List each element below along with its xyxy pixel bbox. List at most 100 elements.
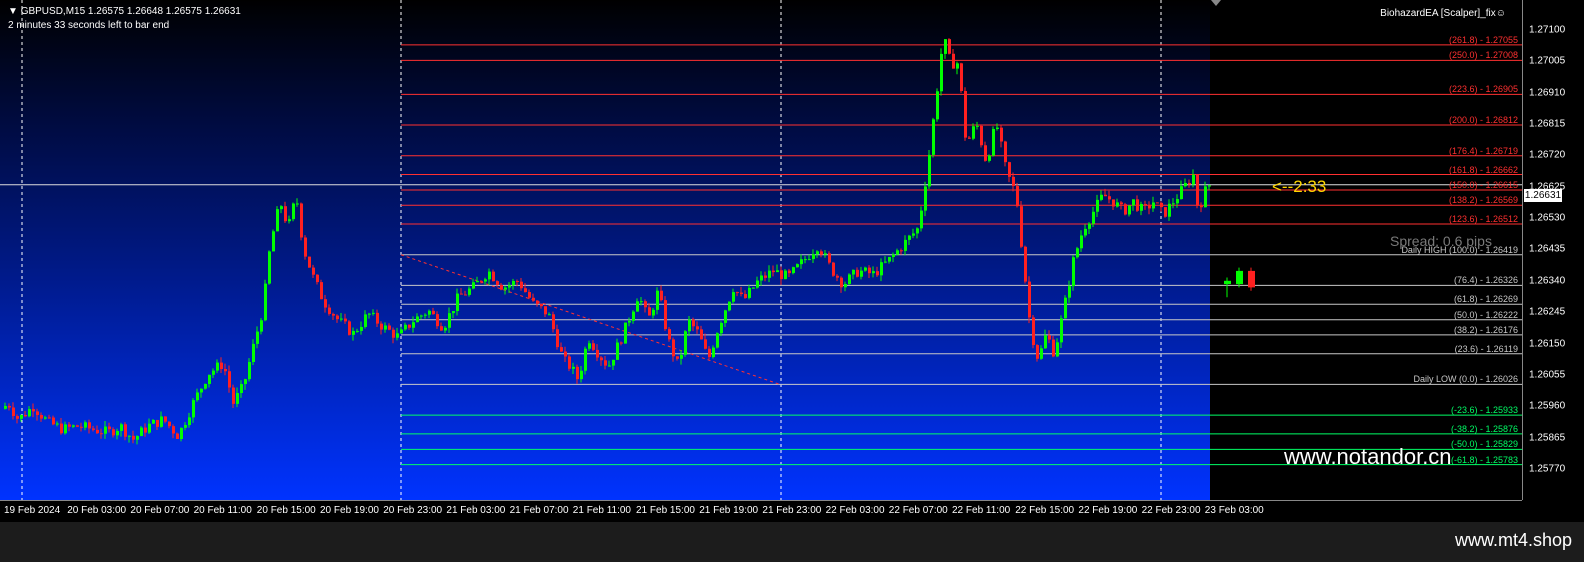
bull-candle xyxy=(484,279,487,282)
candlestick-chart[interactable] xyxy=(0,0,1522,500)
footer-brand-text: www.mt4.shop xyxy=(1454,530,1572,550)
bull-candle xyxy=(180,427,183,439)
bull-candle xyxy=(1184,182,1187,187)
bear-candle xyxy=(836,275,839,278)
bear-candle xyxy=(172,426,175,434)
bull-candle xyxy=(360,326,363,331)
expert-advisor-label[interactable]: BiohazardEA [Scalper]_fix☺ xyxy=(1380,8,1506,19)
bear-candle xyxy=(1112,199,1115,207)
bear-candle xyxy=(168,421,171,427)
bull-candle xyxy=(1116,202,1119,207)
bear-candle xyxy=(900,250,903,252)
bull-candle xyxy=(444,327,447,331)
collapse-triangle-icon[interactable]: ▼ xyxy=(8,6,18,17)
bull-candle xyxy=(120,424,123,431)
chart-shift-marker-icon[interactable] xyxy=(1211,0,1221,6)
ea-preview-candle xyxy=(1236,270,1243,285)
bull-candle xyxy=(616,342,619,360)
fib-level-label: (250.0) - 1.27008 xyxy=(1448,50,1518,61)
bear-candle xyxy=(1120,202,1123,205)
bull-candle xyxy=(184,425,187,428)
bull-candle xyxy=(548,314,551,316)
fib-level-label: (200.0) - 1.26812 xyxy=(1448,115,1518,126)
time-tick-label: 22 Feb 07:00 xyxy=(888,505,948,516)
time-tick-label: 22 Feb 15:00 xyxy=(1015,505,1075,516)
bear-candle xyxy=(388,325,391,330)
bull-candle xyxy=(1068,286,1071,298)
bull-candle xyxy=(468,288,471,295)
bull-candle xyxy=(104,426,107,434)
bear-candle xyxy=(660,290,663,301)
bear-candle xyxy=(1104,194,1107,197)
bear-candle xyxy=(40,414,43,419)
bull-candle xyxy=(340,318,343,320)
bear-candle xyxy=(672,339,675,357)
bull-candle xyxy=(888,256,891,262)
bull-candle xyxy=(860,270,863,277)
bull-candle xyxy=(64,424,67,434)
bear-candle xyxy=(52,417,55,425)
bull-candle xyxy=(908,235,911,240)
footer-bar: www.mt4.shop xyxy=(0,522,1584,562)
bear-candle xyxy=(1000,127,1003,142)
bear-candle xyxy=(176,433,179,439)
bull-candle xyxy=(916,228,919,234)
bull-candle xyxy=(200,388,203,393)
bull-candle xyxy=(136,436,139,440)
time-axis[interactable]: 19 Feb 2024 20 Feb 03:00 20 Feb 07:00 20 Fe… xyxy=(0,500,1522,523)
bear-candle xyxy=(780,270,783,280)
chart-area[interactable]: (261.8) - 1.27055 (250.0) - 1.27008 (223.6… xyxy=(0,0,1522,500)
bull-candle xyxy=(1076,248,1079,258)
bull-candle xyxy=(140,427,143,437)
ea-preview-candle xyxy=(1224,280,1231,285)
bear-candle xyxy=(952,53,955,69)
bull-candle xyxy=(936,91,939,120)
bear-candle xyxy=(76,425,79,427)
bear-candle xyxy=(700,329,703,340)
bear-candle xyxy=(856,269,859,277)
bull-candle xyxy=(44,417,47,419)
bear-candle xyxy=(772,270,775,273)
bear-candle xyxy=(284,206,287,222)
bull-candle xyxy=(680,354,683,359)
bear-candle xyxy=(544,306,547,315)
bear-candle xyxy=(492,271,495,282)
bull-candle xyxy=(652,309,655,316)
bull-candle xyxy=(196,392,199,401)
bear-candle xyxy=(1160,202,1163,208)
bull-candle xyxy=(208,374,211,384)
bull-candle xyxy=(628,320,631,323)
bear-candle xyxy=(96,429,99,434)
bull-candle xyxy=(1172,203,1175,205)
time-tick-label: 21 Feb 11:00 xyxy=(572,505,631,516)
time-tick-label: 20 Feb 11:00 xyxy=(193,505,252,516)
bear-candle xyxy=(736,292,739,294)
bear-candle xyxy=(392,329,395,338)
bear-candle xyxy=(408,324,411,328)
bear-candle xyxy=(1156,202,1159,204)
bull-candle xyxy=(416,316,419,323)
bull-candle xyxy=(260,320,263,332)
bull-candle xyxy=(804,259,807,261)
bull-candle xyxy=(824,253,827,255)
price-tick-label: 1.26910 xyxy=(1529,87,1566,99)
time-tick-label: 22 Feb 19:00 xyxy=(1078,505,1138,516)
bear-candle xyxy=(744,294,747,298)
fib-level-label: (-61.8) - 1.25783 xyxy=(1450,454,1518,465)
price-axis[interactable]: 1.27100 1.27005 1.26910 1.26815 1.26720 1.266… xyxy=(1522,0,1584,500)
expert-advisor-name: BiohazardEA [Scalper]_fix xyxy=(1380,8,1496,19)
bull-candle xyxy=(632,311,635,321)
price-tick-label: 1.26815 xyxy=(1529,118,1566,130)
bull-candle xyxy=(912,233,915,236)
bull-candle xyxy=(240,384,243,393)
time-tick-label: 21 Feb 07:00 xyxy=(509,505,569,516)
bear-candle xyxy=(336,315,339,320)
time-tick-label: 19 Feb 2024 xyxy=(4,505,61,516)
fib-level-label: (176.4) - 1.26719 xyxy=(1448,145,1518,156)
time-tick-label: 21 Feb 19:00 xyxy=(699,505,759,516)
bull-candle xyxy=(420,315,423,317)
fib-level-label: (123.6) - 1.26512 xyxy=(1448,214,1518,225)
bear-candle xyxy=(68,424,71,427)
bear-candle xyxy=(696,326,699,330)
time-tick-label: 23 Feb 03:00 xyxy=(1204,505,1264,516)
